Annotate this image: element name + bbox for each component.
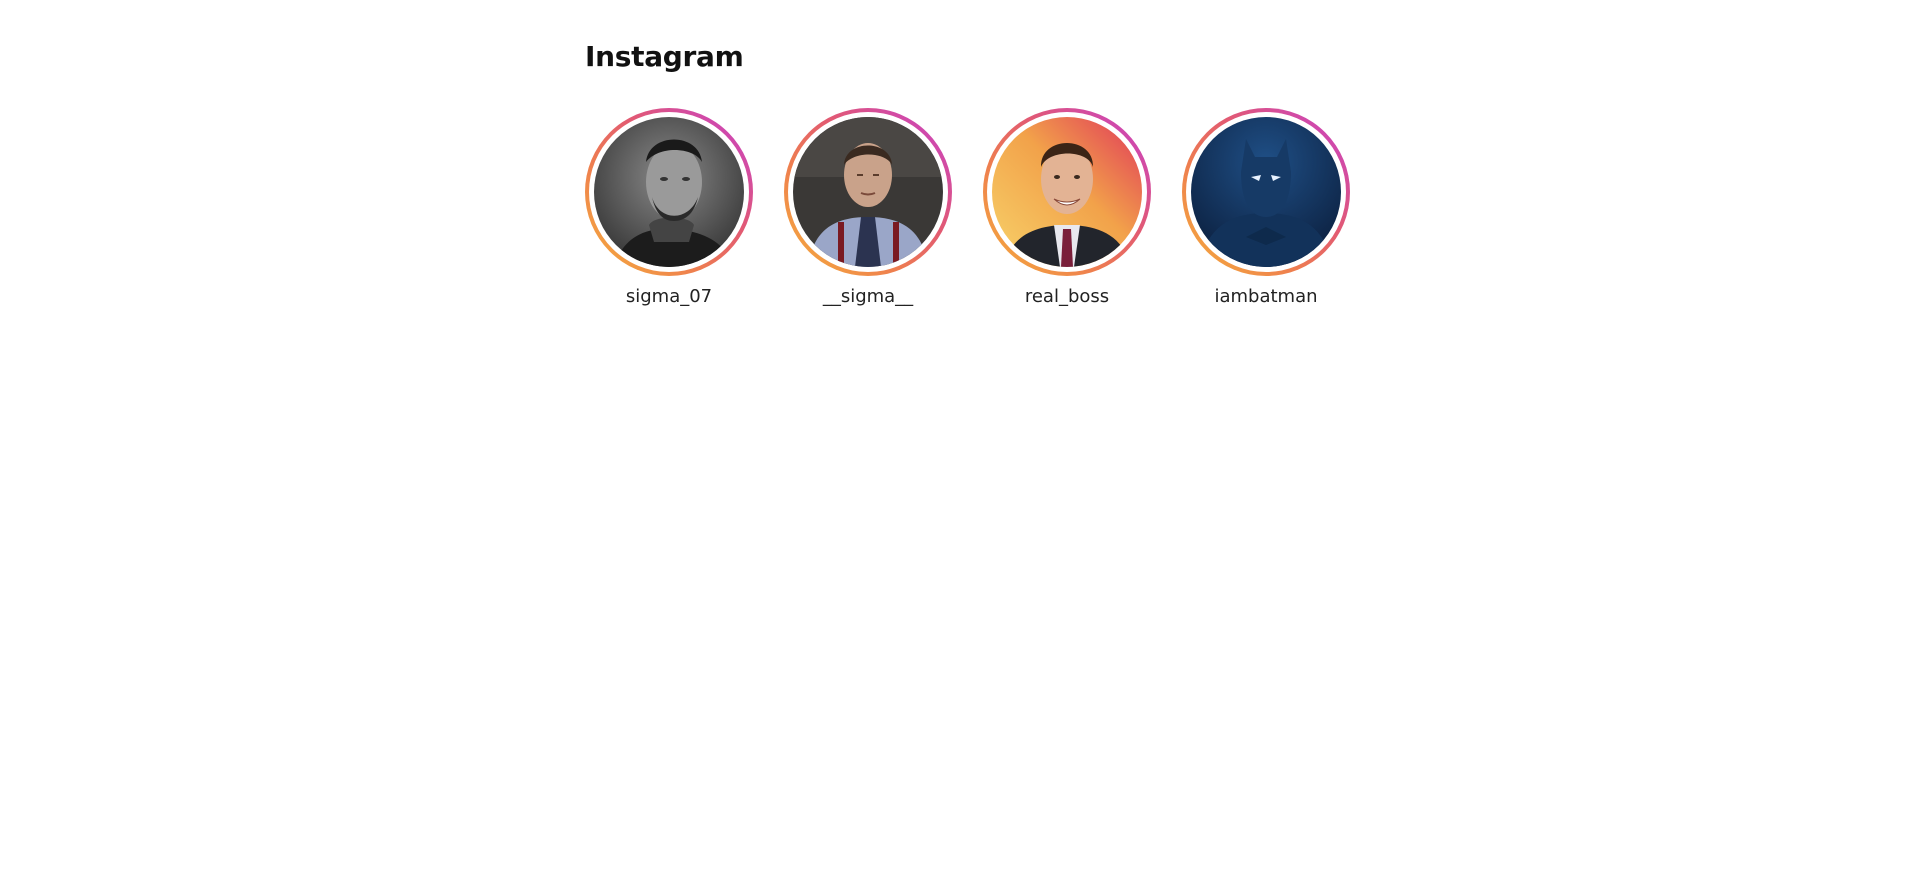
stories-row: sigma_07 __sigma__ real_boss iambatman	[585, 108, 1350, 307]
story-username[interactable]: __sigma__	[823, 286, 913, 307]
story-item[interactable]: real_boss	[983, 108, 1151, 307]
story-item[interactable]: __sigma__	[784, 108, 952, 307]
avatar[interactable]	[594, 117, 744, 267]
avatar[interactable]	[1191, 117, 1341, 267]
story-item[interactable]: sigma_07	[585, 108, 753, 307]
story-ring[interactable]	[983, 108, 1151, 276]
story-ring[interactable]	[1182, 108, 1350, 276]
story-ring[interactable]	[784, 108, 952, 276]
avatar[interactable]	[992, 117, 1142, 267]
batman-portrait-icon	[1191, 117, 1341, 267]
smiling-suit-portrait-icon	[992, 117, 1142, 267]
sigma-portrait-icon	[594, 117, 744, 267]
page-title: Instagram	[585, 40, 744, 73]
story-item[interactable]: iambatman	[1182, 108, 1350, 307]
office-man-portrait-icon	[793, 117, 943, 267]
story-ring[interactable]	[585, 108, 753, 276]
avatar[interactable]	[793, 117, 943, 267]
story-username[interactable]: real_boss	[1025, 286, 1109, 307]
story-username[interactable]: sigma_07	[626, 286, 712, 307]
story-username[interactable]: iambatman	[1214, 286, 1317, 307]
page: Instagram sigma_07 __sigma__ real_boss i…	[0, 0, 1920, 871]
